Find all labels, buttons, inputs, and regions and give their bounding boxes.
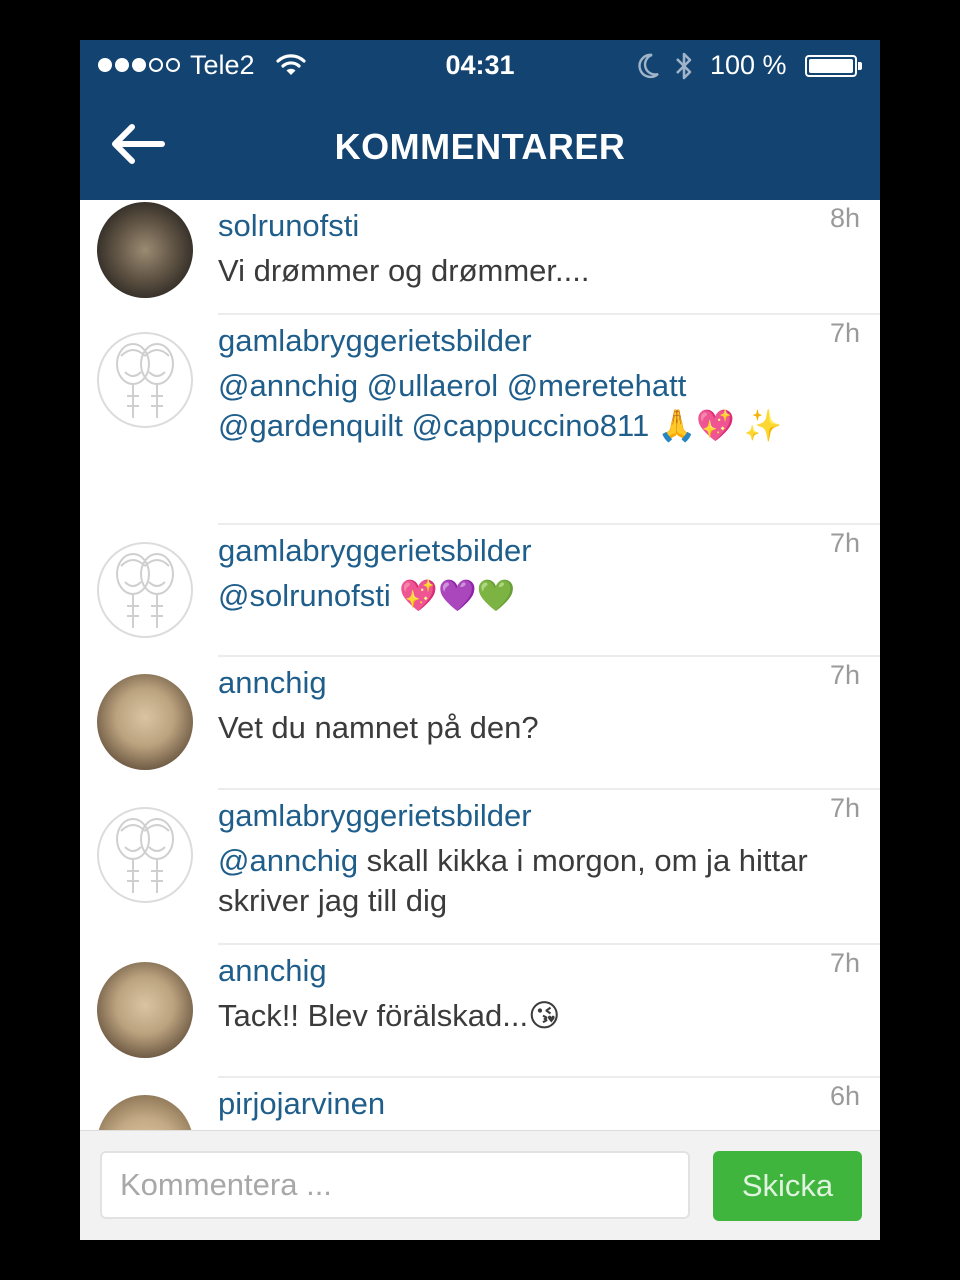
top-bar: Tele2 04:31 100 % KOMMENTARER <box>80 40 880 200</box>
comment-time: 7h <box>829 948 860 978</box>
status-bar: Tele2 04:31 100 % <box>80 40 880 92</box>
comment-text-segment: 💖💜💚 <box>390 578 516 613</box>
battery-percent: 100 % <box>710 50 787 80</box>
comment-text: @annchig skall kikka i morgon, om ja hit… <box>218 841 838 921</box>
comment-text: Tack!! Blev förälskad...😘 <box>218 996 838 1036</box>
comment-text-segment: Tack!! Blev förälskad...😘 <box>218 998 561 1033</box>
comment-username[interactable]: pirjojarvinen <box>218 1086 385 1122</box>
avatar[interactable] <box>97 674 193 770</box>
comment-username[interactable]: gamlabryggerietsbilder <box>218 323 532 359</box>
comment-text-segment: Vi drømmer og drømmer.... <box>218 253 590 288</box>
avatar[interactable] <box>97 807 193 903</box>
comment-username[interactable]: annchig <box>218 953 327 989</box>
avatar[interactable] <box>97 1095 193 1130</box>
divider <box>218 313 880 315</box>
comment-time: 8h <box>829 203 860 233</box>
divider <box>218 788 880 790</box>
mention-link[interactable]: @solrunofsti <box>218 578 391 613</box>
battery-icon <box>805 55 857 77</box>
divider <box>218 655 880 657</box>
comment-text: @annchig @ullaerol @meretehatt @gardenqu… <box>218 366 838 446</box>
page-title: KOMMENTARER <box>334 126 626 167</box>
bluetooth-icon <box>673 50 695 87</box>
comment-username[interactable]: gamlabryggerietsbilder <box>218 533 532 569</box>
avatar[interactable] <box>97 962 193 1058</box>
divider <box>218 943 880 945</box>
comment-time: 7h <box>829 793 860 823</box>
mention-link[interactable]: @annchig <box>218 843 358 878</box>
avatar[interactable] <box>97 332 193 428</box>
mention-link[interactable]: @annchig @ullaerol @meretehatt @gardenqu… <box>218 368 782 443</box>
comment-input[interactable] <box>100 1151 690 1219</box>
avatar[interactable] <box>97 542 193 638</box>
comment-username[interactable]: gamlabryggerietsbilder <box>218 798 532 834</box>
comment-text: @solrunofsti 💖💜💚 <box>218 576 838 616</box>
phone-screen: Tele2 04:31 100 % KOMMENTARER solrunofst… <box>80 40 880 1240</box>
comment-username[interactable]: annchig <box>218 665 327 701</box>
comment-text-segment: Vet du namnet på den? <box>218 710 539 745</box>
comment-time: 7h <box>829 318 860 348</box>
do-not-disturb-icon <box>635 52 661 85</box>
comment-time: 7h <box>829 660 860 690</box>
divider <box>218 1076 880 1078</box>
comment-composer: Skicka <box>80 1130 880 1240</box>
comment-list[interactable]: solrunofsti 8h Vi drømmer og drømmer.... ga… <box>80 200 880 1130</box>
avatar[interactable] <box>97 202 193 298</box>
comment-text: Vet du namnet på den? <box>218 708 838 748</box>
comment-username[interactable]: solrunofsti <box>218 208 359 244</box>
comment-time: 7h <box>829 528 860 558</box>
comment-text: Vi drømmer og drømmer.... <box>218 251 838 291</box>
send-button[interactable]: Skicka <box>713 1151 862 1221</box>
comment-time: 6h <box>829 1081 860 1111</box>
divider <box>218 523 880 525</box>
